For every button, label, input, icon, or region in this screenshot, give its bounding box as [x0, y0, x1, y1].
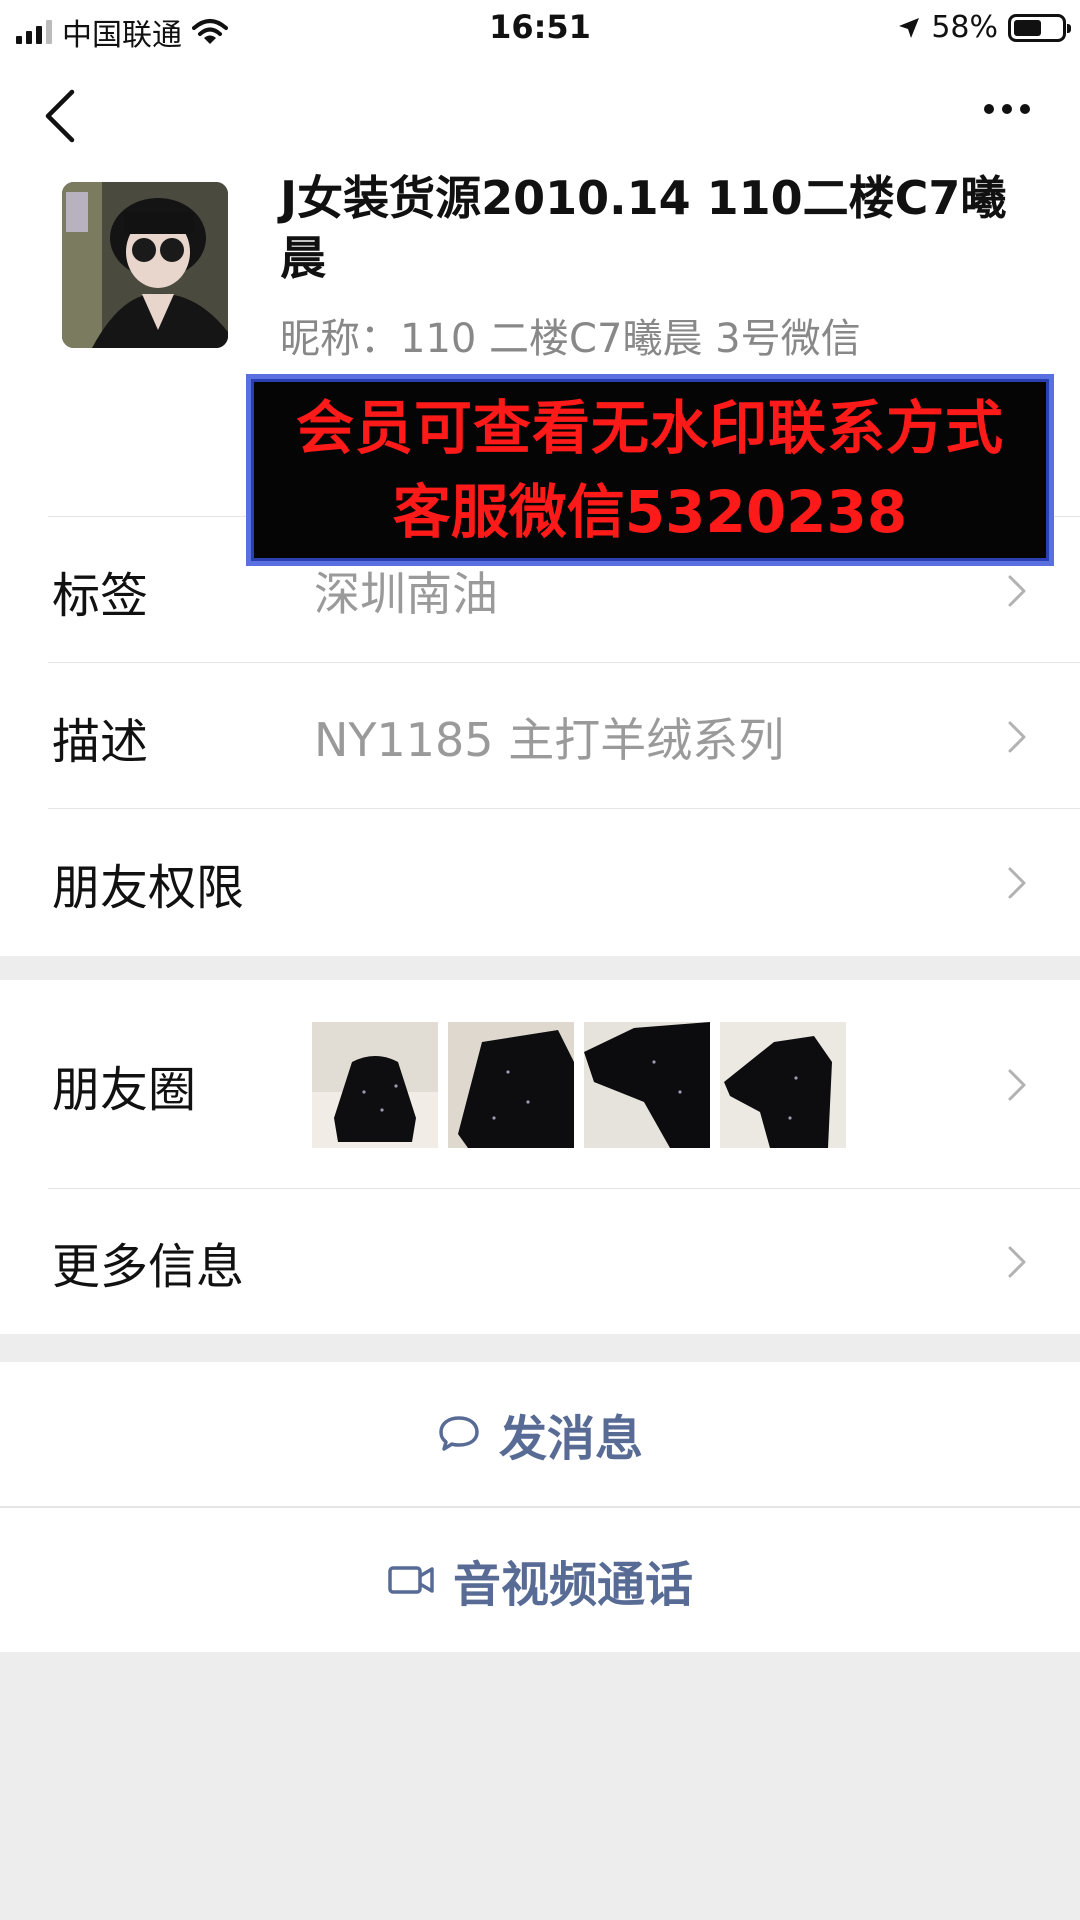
- row-friend-permissions[interactable]: 朋友权限: [0, 810, 1080, 956]
- video-camera-icon: [388, 1566, 434, 1594]
- video-call-label: 音视频通话: [452, 1557, 693, 1613]
- row-label: 标签: [52, 568, 149, 624]
- row-label: 朋友权限: [52, 860, 245, 916]
- moments-thumbnails: [312, 1022, 846, 1148]
- chevron-right-icon: [1008, 1246, 1026, 1278]
- send-message-button[interactable]: 发消息: [0, 1362, 1080, 1506]
- status-right: 58%: [897, 10, 1071, 45]
- video-call-button[interactable]: 音视频通话: [0, 1508, 1080, 1652]
- row-value: NY1185 主打羊绒系列: [314, 713, 785, 767]
- avatar[interactable]: [62, 182, 228, 348]
- send-message-label: 发消息: [498, 1411, 643, 1467]
- row-description[interactable]: 描述 NY1185 主打羊绒系列: [0, 664, 1080, 810]
- divider: [48, 808, 1080, 809]
- dot-icon: [984, 104, 994, 114]
- status-bar: 中国联通 16:51 58%: [0, 0, 1080, 56]
- moments-section: 朋友圈 更多信息: [0, 980, 1080, 1334]
- moment-photo[interactable]: [312, 1022, 438, 1148]
- battery-level: [1014, 19, 1041, 36]
- chevron-right-icon: [1008, 1069, 1026, 1101]
- moment-photo[interactable]: [448, 1022, 574, 1148]
- dot-icon: [1002, 104, 1012, 114]
- row-label: 朋友圈: [52, 1062, 197, 1118]
- avatar-image: [62, 182, 228, 348]
- divider: [48, 662, 1080, 663]
- row-value: 深圳南油: [314, 567, 498, 621]
- chevron-right-icon: [1008, 721, 1026, 753]
- dot-icon: [1020, 104, 1030, 114]
- chat-bubble-icon: [439, 1416, 479, 1451]
- chevron-right-icon: [1008, 575, 1026, 607]
- watermark-line-1: 会员可查看无水印联系方式: [295, 394, 1004, 462]
- moment-photo[interactable]: [584, 1022, 710, 1148]
- divider: [48, 1188, 1080, 1189]
- battery-percent: 58%: [931, 10, 998, 45]
- row-label: 描述: [52, 714, 149, 770]
- profile-card: J女装货源2010.14 110二楼C7曦晨 昵称：110 二楼C7曦晨 3号微…: [0, 56, 1080, 956]
- location-arrow-icon: [899, 17, 920, 38]
- more-options-button[interactable]: [984, 104, 1030, 114]
- watermark-banner: 会员可查看无水印联系方式 客服微信5320238: [246, 374, 1054, 566]
- row-label: 更多信息: [52, 1239, 245, 1295]
- watermark-line-2: 客服微信5320238: [392, 478, 908, 546]
- profile-name: J女装货源2010.14 110二楼C7曦晨: [280, 171, 1007, 285]
- nickname: 昵称：110 二楼C7曦晨 3号微信: [280, 316, 861, 362]
- row-more-info[interactable]: 更多信息: [0, 1190, 1080, 1334]
- chevron-right-icon: [1008, 867, 1026, 899]
- battery-icon: [1008, 13, 1071, 42]
- moment-photo[interactable]: [720, 1022, 846, 1148]
- back-button[interactable]: [38, 86, 82, 146]
